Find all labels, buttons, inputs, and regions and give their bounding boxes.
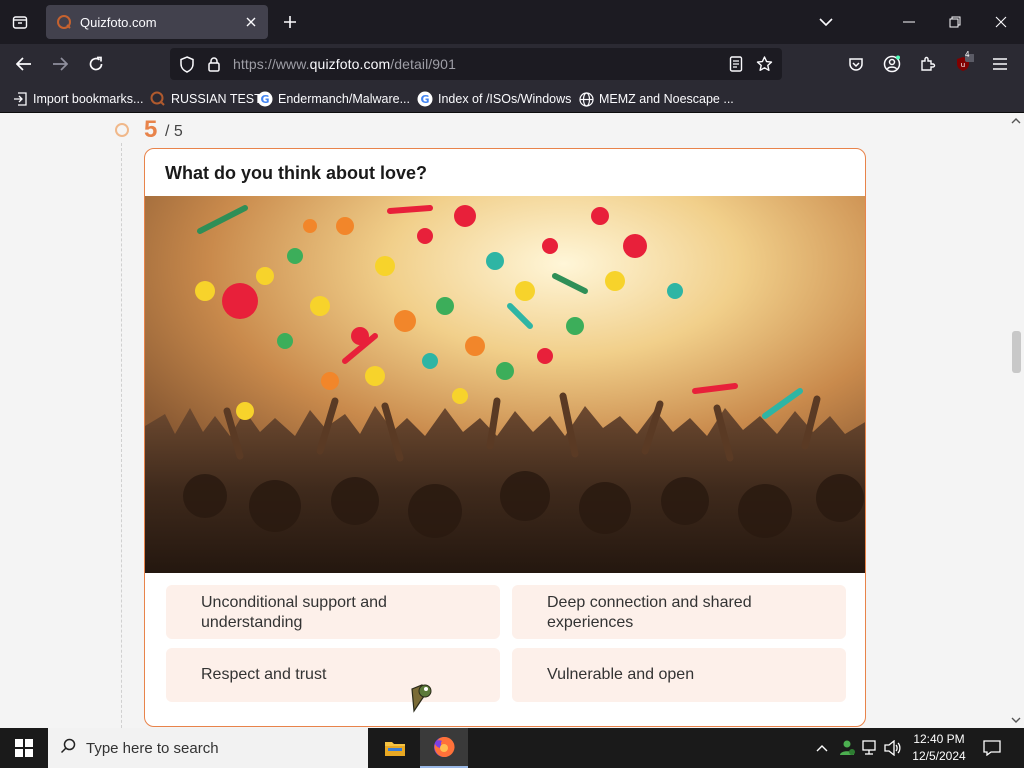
answer-text-line: experiences [547,614,634,631]
url-path: /detail/901 [390,56,456,72]
bookmark-import[interactable]: Import bookmarks... [12,90,143,108]
page-content: 5 / 5 What do you think about love? Unco… [0,113,1024,728]
bookmark-label: RUSSIAN TEST [171,92,262,106]
timeline-line [121,143,122,728]
timeline-dot [115,123,129,137]
answer-text-line: Respect and trust [201,666,327,683]
bookmarks-toolbar: Import bookmarks... RUSSIAN TEST G Ender… [0,84,1024,113]
reload-icon[interactable] [82,50,110,78]
close-tab-icon[interactable] [242,13,260,31]
svg-text:u: u [961,61,965,69]
url-scheme: https://www. [233,56,310,72]
answer-text-line: Vulnerable and open [547,666,695,683]
list-all-tabs-icon[interactable] [6,9,34,35]
mouse-cursor-icon [408,681,438,713]
step-current: 5 [144,116,158,143]
bookmark-memz[interactable]: MEMZ and Noescape ... [578,90,734,108]
site-favicon [56,14,72,30]
active-tab[interactable]: Quizfoto.com [46,5,268,39]
pocket-icon[interactable] [842,50,870,78]
lock-icon[interactable] [205,55,223,73]
page-scrollbar[interactable] [1008,113,1024,728]
tracking-protection-shield-icon[interactable] [178,55,196,73]
google-icon: G [417,91,433,107]
globe-icon [578,91,594,107]
windows-taskbar: Type here to search 12:40 PM 12/5/2024 [0,728,1024,768]
clock-time: 12:40 PM [913,732,965,746]
bookmark-label: Import bookmarks... [33,92,144,106]
svg-text:G: G [420,93,429,106]
notifications-icon[interactable] [980,728,1004,768]
tab-overflow-chevron-icon[interactable] [806,6,846,38]
windows-start-icon[interactable] [0,728,48,768]
bookmark-star-icon[interactable] [755,55,773,73]
hamburger-menu-icon[interactable] [986,50,1014,78]
network-icon[interactable] [860,728,882,768]
browser-tab-bar: Quizfoto.com [0,0,1024,44]
bookmark-label: Index of /ISOs/Windows [438,92,572,106]
bookmark-label: Endermanch/Malware... [278,92,411,106]
url-text[interactable]: https://www.quizfoto.com/detail/901 [233,56,456,72]
extension-badge-count: 4 [965,50,970,59]
bookmark-russian-test[interactable]: RUSSIAN TEST [150,90,262,108]
scroll-up-arrow-icon[interactable] [1010,115,1022,127]
url-host: quizfoto.com [309,56,391,72]
account-icon[interactable] [878,50,906,78]
back-arrow-icon[interactable] [10,50,38,78]
answer-option-1[interactable]: Unconditional support and understanding [166,585,500,639]
answer-option-3[interactable]: Respect and trust [166,648,500,702]
bookmark-endermanch[interactable]: G Endermanch/Malware... [257,90,410,108]
search-icon [60,738,76,759]
volume-icon[interactable] [882,728,904,768]
browser-toolbar: https://www.quizfoto.com/detail/901 u 4 [0,44,1024,84]
bookmark-isos-windows[interactable]: G Index of /ISOs/Windows [417,90,571,108]
question-card: What do you think about love? Unconditio… [144,148,866,727]
address-bar[interactable]: https://www.quizfoto.com/detail/901 [170,48,782,80]
google-icon: G [257,91,273,107]
ublock-origin-icon[interactable]: u 4 [950,50,978,78]
minimize-window-button[interactable] [889,6,929,38]
reader-view-icon[interactable] [727,55,745,73]
answer-text-line: Unconditional support and [201,594,387,611]
tab-title: Quizfoto.com [80,14,157,30]
svg-text:G: G [260,93,269,106]
forward-arrow-icon[interactable] [46,50,74,78]
scroll-down-arrow-icon[interactable] [1010,714,1022,726]
bookmark-label: MEMZ and Noescape ... [599,92,734,106]
clock-date: 12/5/2024 [912,749,966,763]
new-tab-button[interactable] [278,10,302,34]
extensions-puzzle-icon[interactable] [914,50,942,78]
import-icon [12,91,28,107]
restore-window-button[interactable] [935,6,975,38]
question-image [145,196,865,573]
site-favicon [150,91,166,107]
step-total: / 5 [165,123,183,140]
close-window-button[interactable] [981,6,1021,38]
answer-option-4[interactable]: Vulnerable and open [512,648,846,702]
people-tray-icon[interactable] [836,728,858,768]
file-explorer-icon[interactable] [371,728,419,768]
question-title: What do you think about love? [165,163,427,183]
answer-option-2[interactable]: Deep connection and shared experiences [512,585,846,639]
taskbar-search-box[interactable]: Type here to search [48,728,368,768]
answer-text-line: understanding [201,614,303,631]
tray-overflow-chevron-icon[interactable] [812,728,832,768]
scrollbar-thumb[interactable] [1012,331,1021,373]
firefox-taskbar-icon[interactable] [420,728,468,768]
search-placeholder: Type here to search [86,739,219,757]
answer-text-line: Deep connection and shared [547,594,752,611]
taskbar-clock[interactable]: 12:40 PM 12/5/2024 [906,731,972,765]
